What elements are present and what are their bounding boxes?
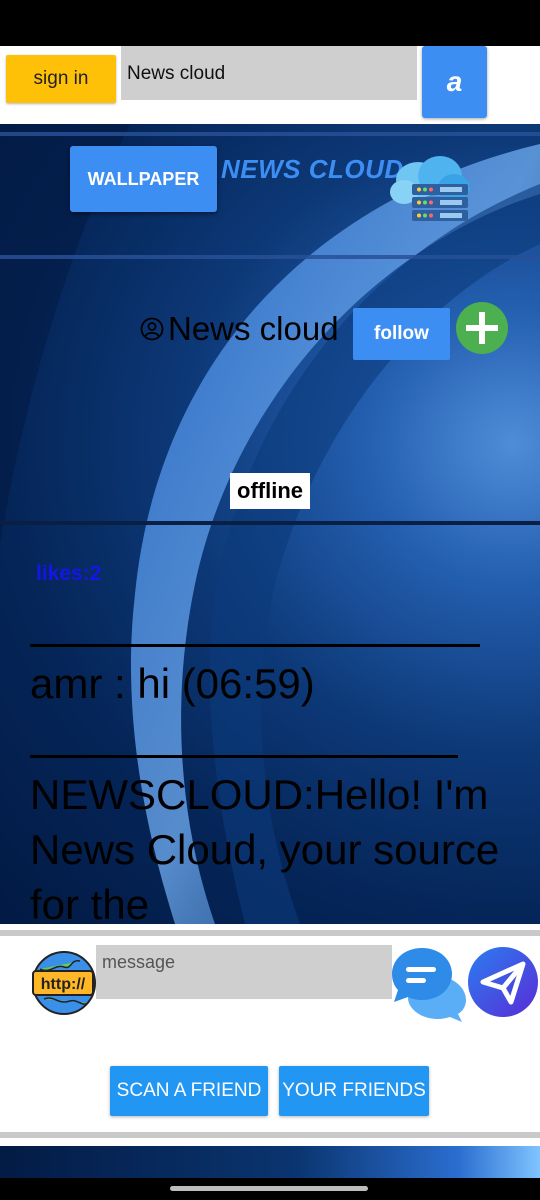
- cloud-server-icon: [390, 156, 470, 221]
- follow-button[interactable]: follow: [353, 308, 450, 360]
- status-bar: [0, 0, 540, 46]
- message-input[interactable]: [96, 945, 392, 999]
- message-divider: [30, 755, 458, 758]
- scan-a-friend-button[interactable]: SCAN A FRIEND: [110, 1066, 268, 1116]
- composer-divider: [0, 930, 540, 936]
- sign-in-button[interactable]: sign in: [6, 55, 116, 103]
- bottom-banner: [0, 1146, 540, 1178]
- svg-text:http://: http://: [41, 976, 86, 993]
- top-bar: sign in News cloud a: [0, 46, 540, 124]
- main-content: WALLPAPER NEWS CLOUD News cloud follow o…: [0, 124, 540, 924]
- divider-top: [0, 132, 540, 136]
- your-friends-button[interactable]: YOUR FRIENDS: [279, 1066, 429, 1116]
- home-gesture-handle[interactable]: [170, 1186, 368, 1191]
- composer-divider-bottom: [0, 1132, 540, 1138]
- likes-count[interactable]: likes:2: [36, 562, 101, 586]
- divider-chat: [0, 521, 540, 525]
- user-circle-icon: [140, 317, 164, 341]
- a-button[interactable]: a: [422, 46, 487, 118]
- send-icon[interactable]: [467, 946, 539, 1018]
- profile-name: News cloud: [168, 310, 339, 347]
- message-composer: http:// SCAN A FRIEND YOUR FRIENDS: [0, 924, 540, 1146]
- http-globe-icon[interactable]: http://: [30, 949, 98, 1017]
- profile-line: News cloud: [140, 310, 339, 348]
- chat-message: amr : hi (06:59): [30, 660, 315, 707]
- search-field[interactable]: News cloud: [121, 46, 417, 100]
- navigation-bar: [0, 1178, 540, 1200]
- plus-circle-icon[interactable]: [455, 301, 509, 355]
- status-badge: offline: [230, 473, 310, 509]
- chat-message: NEWSCLOUD:Hello! I'm News Cloud, your so…: [30, 771, 500, 924]
- wallpaper-button[interactable]: WALLPAPER: [70, 146, 217, 212]
- chat-bubbles-icon[interactable]: [390, 946, 470, 1022]
- divider-header: [0, 255, 540, 259]
- brand-title: NEWS CLOUD: [221, 154, 404, 184]
- message-divider: [30, 644, 480, 647]
